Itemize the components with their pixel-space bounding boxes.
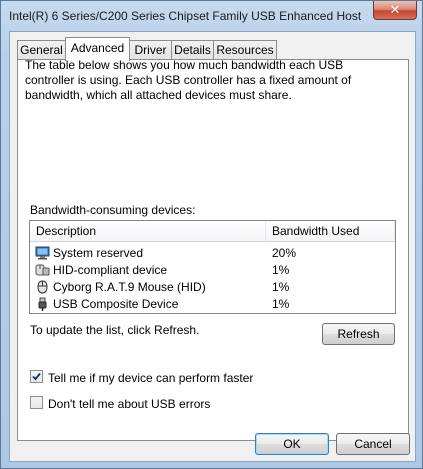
mouse-icon (35, 280, 50, 294)
tab-resources[interactable]: Resources (213, 40, 277, 60)
refresh-hint: To update the list, click Refresh. (30, 323, 200, 337)
tab-label: Details (174, 43, 211, 57)
device-bandwidth: 1% (272, 280, 290, 294)
checkbox-label[interactable]: Don't tell me about USB errors (48, 397, 210, 411)
computer-icon (35, 246, 50, 260)
device-name: HID-compliant device (53, 263, 168, 277)
list-item[interactable]: System reserved 20% (30, 245, 395, 262)
ok-button[interactable]: OK (255, 433, 329, 455)
checkbox-usb-errors[interactable] (30, 396, 43, 409)
checkmark-icon (32, 372, 41, 381)
device-bandwidth: 20% (272, 246, 297, 260)
tab-driver[interactable]: Driver (129, 40, 172, 60)
tab-general[interactable]: General (17, 40, 66, 60)
checkbox-label[interactable]: Tell me if my device can perform faster (48, 371, 253, 385)
checkbox-tell-me-faster[interactable] (30, 370, 43, 383)
list-item[interactable]: HID-compliant device 1% (30, 262, 395, 279)
cancel-button[interactable]: Cancel (336, 433, 410, 455)
tab-label: Resources (216, 43, 274, 57)
refresh-button[interactable]: Refresh (322, 323, 395, 345)
hid-device-icon (35, 263, 50, 277)
bandwidth-device-list[interactable]: Description Bandwidth Used System reserv… (29, 220, 396, 314)
column-header-label: Bandwidth Used (272, 224, 360, 238)
dialog-window: Intel(R) 6 Series/C200 Series Chipset Fa… (0, 0, 423, 469)
device-name: Cyborg R.A.T.9 Mouse (HID) (53, 280, 206, 294)
window-title: Intel(R) 6 Series/C200 Series Chipset Fa… (9, 9, 364, 23)
tab-details[interactable]: Details (171, 40, 214, 60)
device-bandwidth: 1% (272, 263, 290, 277)
tab-label: Driver (134, 43, 167, 57)
tab-label: General (20, 43, 63, 57)
list-item[interactable]: Cyborg R.A.T.9 Mouse (HID) 1% (30, 279, 395, 296)
column-header-bandwidth[interactable]: Bandwidth Used (266, 221, 395, 242)
column-header-label: Description (36, 224, 97, 238)
description-text: The table below shows you how much bandw… (25, 58, 352, 102)
close-icon: ✕ (389, 2, 401, 17)
device-name: System reserved (53, 246, 144, 260)
bandwidth-group-label: Bandwidth-consuming devices: (30, 203, 196, 217)
tab-label: Advanced (70, 41, 125, 55)
column-header-description[interactable]: Description (30, 221, 266, 242)
device-bandwidth: 1% (272, 297, 290, 311)
list-item[interactable]: USB Composite Device 1% (30, 296, 395, 313)
close-button[interactable]: ✕ (373, 1, 417, 20)
device-name: USB Composite Device (53, 297, 179, 311)
usb-plug-icon (35, 297, 50, 311)
